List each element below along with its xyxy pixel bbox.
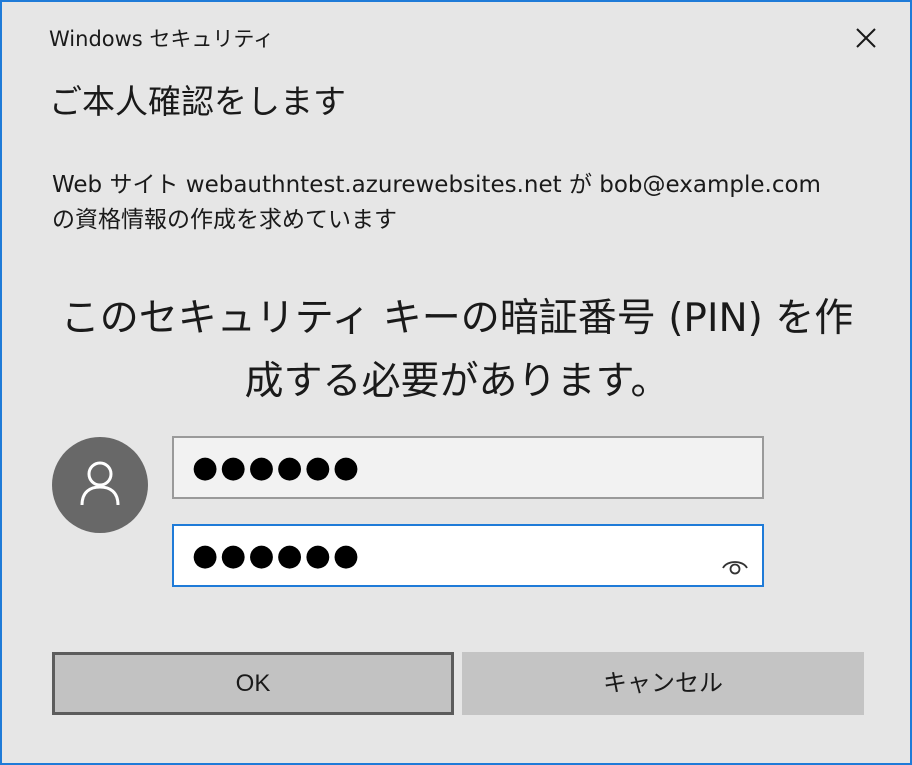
dialog-heading: ご本人確認をします	[49, 82, 346, 121]
pin-input[interactable]: ●●●●●●	[172, 436, 764, 499]
window-title: Windows セキュリティ	[49, 27, 275, 51]
cancel-button[interactable]: キャンセル	[462, 652, 864, 715]
ok-button[interactable]: OK	[52, 652, 454, 715]
close-button[interactable]	[844, 18, 888, 58]
request-message: Web サイト webauthntest.azurewebsites.net が…	[52, 168, 882, 238]
eye-icon	[722, 561, 748, 575]
security-dialog: Windows セキュリティ ご本人確認をします Web サイト webauth…	[0, 0, 912, 765]
pin-prompt: このセキュリティ キーの暗証番号 (PIN) を作 成する必要があります。	[22, 287, 892, 413]
title-bar[interactable]: Windows セキュリティ	[2, 2, 910, 68]
pin-input-value: ●●●●●●	[192, 450, 362, 485]
request-message-line-1: Web サイト webauthntest.azurewebsites.net が…	[52, 172, 821, 198]
reveal-password-button[interactable]	[720, 542, 750, 575]
user-icon	[80, 461, 120, 506]
confirm-pin-input[interactable]: ●●●●●●	[172, 524, 764, 587]
request-message-line-2: の資格情報の作成を求めています	[52, 207, 397, 233]
avatar	[52, 437, 148, 533]
pin-prompt-line-1: このセキュリティ キーの暗証番号 (PIN) を作	[60, 296, 854, 341]
pin-prompt-line-2: 成する必要があります。	[244, 359, 670, 404]
close-icon	[856, 28, 876, 48]
confirm-pin-input-value: ●●●●●●	[192, 538, 362, 573]
